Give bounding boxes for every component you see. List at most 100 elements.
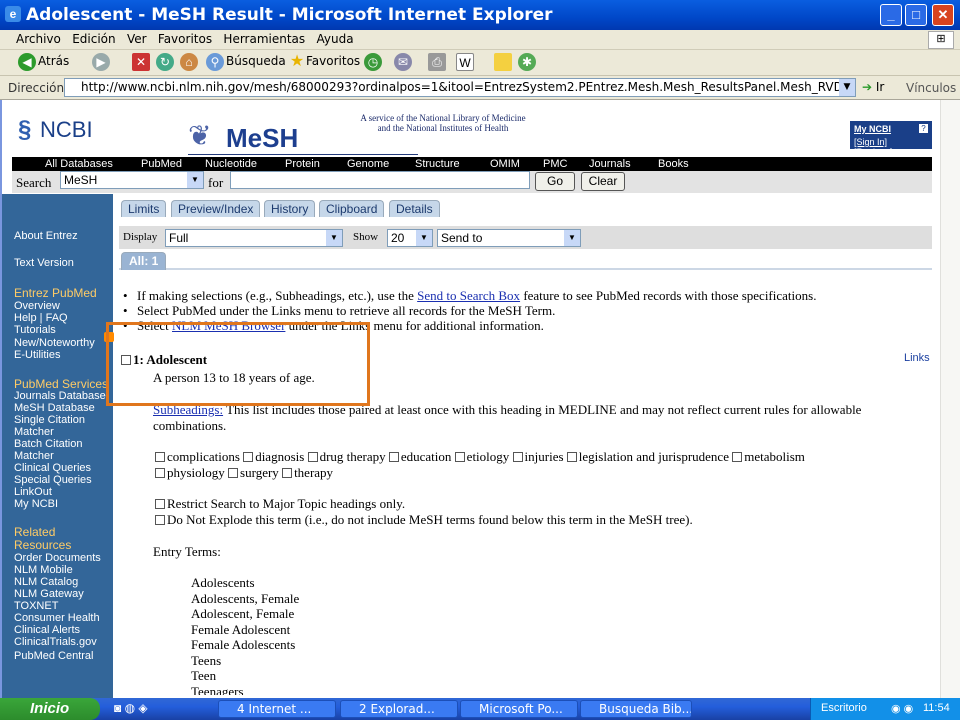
record-checkbox[interactable] [121,355,131,365]
sidebar-link[interactable]: New/Noteworthy [14,337,95,349]
sidebar-link[interactable]: Special Queries [14,474,92,486]
tab-details[interactable]: Details [389,200,440,217]
stop-icon[interactable]: ✕ [132,53,150,71]
send-to-search-box-link[interactable]: Send to Search Box [417,288,520,303]
mail-icon[interactable]: ✉ [394,53,412,71]
sidebar-link[interactable]: LinkOut [14,486,52,498]
database-select[interactable]: MeSH ▼ [60,171,204,189]
sidebar-link[interactable]: NLM Catalog [14,576,78,588]
history-icon[interactable]: ◷ [364,53,382,71]
sidebar-link[interactable]: ClinicalTrials.gov [14,636,97,648]
tab-preview-index[interactable]: Preview/Index [171,200,261,217]
menu-ver[interactable]: Ver [123,30,151,46]
escritorio-toolbar[interactable]: Escritorio [821,702,867,714]
nav-pubmed[interactable]: PubMed [141,158,182,170]
my-ncbi-title[interactable]: My NCBI [854,124,891,134]
links-toolbar[interactable]: Vínculos [906,81,956,95]
task-explorer[interactable]: 2 Explorad... [340,700,458,718]
sidebar-link[interactable]: MeSH Database [14,402,95,414]
back-icon[interactable]: ◀ [18,53,36,71]
menu-favoritos[interactable]: Favoritos [154,30,216,46]
sidebar-link[interactable]: Clinical Queries [14,462,91,474]
sidebar-link[interactable]: About Entrez [14,230,78,242]
subheading-checkbox[interactable] [566,452,577,462]
nav-journals[interactable]: Journals [589,158,631,170]
links-menu[interactable]: Links [904,352,930,364]
scrollbar[interactable] [940,100,960,698]
sidebar-link[interactable]: NLM Mobile [14,564,73,576]
register-link[interactable]: [Register] [854,147,893,157]
nav-pmc[interactable]: PMC [543,158,567,170]
sidebar-link[interactable]: My NCBI [14,498,58,510]
start-button[interactable]: Inicio [0,698,100,720]
tray-icons[interactable]: ◉ ◉ [891,702,913,715]
subheading-checkbox[interactable] [155,468,165,478]
help-icon[interactable]: ? [919,124,928,133]
tab-clipboard[interactable]: Clipboard [319,200,385,217]
menu-herramientas[interactable]: Herramientas [219,30,309,46]
search-button[interactable]: Búsqueda [226,54,286,68]
refresh-icon[interactable]: ↻ [156,53,174,71]
maximize-button[interactable]: □ [905,4,927,26]
sidebar-link[interactable]: PubMed Central [14,650,94,662]
subheading-checkbox[interactable] [388,452,399,462]
task-internet[interactable]: 4 Internet ... [218,700,336,718]
address-dropdown-icon[interactable]: ▼ [839,79,855,96]
subheading-checkbox[interactable] [512,452,523,462]
sidebar-link[interactable]: Text Version [14,257,74,269]
favorites-button[interactable]: Favoritos [306,54,360,68]
sidebar-link[interactable]: TOXNET [14,600,58,612]
nav-genome[interactable]: Genome [347,158,389,170]
no-explode-checkbox[interactable] [155,515,165,525]
menu-ayuda[interactable]: Ayuda [313,30,358,46]
subheading-checkbox[interactable] [282,468,293,478]
subheading-checkbox[interactable] [307,452,318,462]
notes-icon[interactable] [494,53,512,71]
back-button[interactable]: Atrás [38,54,69,68]
sign-in-link[interactable]: [Sign In] [854,137,887,147]
subheading-checkbox[interactable] [732,452,743,462]
nav-protein[interactable]: Protein [285,158,320,170]
rss-icon[interactable] [104,332,114,342]
sidebar-link[interactable]: Matcher [14,426,54,438]
forward-icon[interactable]: ▶ [92,53,110,71]
print-icon[interactable]: ⎙ [428,53,446,71]
go-search-button[interactable]: Go [535,172,575,191]
sidebar-link[interactable]: Single Citation [14,414,85,426]
sidebar-link[interactable]: Clinical Alerts [14,624,80,636]
tab-history[interactable]: History [264,200,316,217]
menu-edicion[interactable]: Edición [68,30,119,46]
sidebar-link[interactable]: NLM Gateway [14,588,84,600]
show-select[interactable]: 20 ▼ [387,229,433,247]
word-icon[interactable]: W [456,53,474,71]
menu-archivo[interactable]: Archivo [12,30,65,46]
sidebar-link[interactable]: E-Utilities [14,349,60,361]
favorites-star-icon[interactable]: ★ [288,53,306,71]
send-to-select[interactable]: Send to ▼ [437,229,581,247]
task-busqueda[interactable]: Busqueda Bib... [580,700,692,718]
sidebar-link[interactable]: Consumer Health [14,612,100,624]
quicklaunch-icons[interactable]: ◙ ◍ ◈ [114,701,148,715]
nav-omim[interactable]: OMIM [490,158,520,170]
search-icon[interactable]: ⚲ [206,53,224,71]
go-button[interactable]: ➔ Ir [862,80,884,94]
tab-limits[interactable]: Limits [121,200,167,217]
display-select[interactable]: Full ▼ [165,229,343,247]
subheading-checkbox[interactable] [243,452,254,462]
sidebar-link[interactable]: Overview [14,300,60,312]
subheading-checkbox[interactable] [155,452,165,462]
minimize-button[interactable]: _ [880,4,902,26]
nav-all-databases[interactable]: All Databases [45,158,113,170]
subheading-checkbox[interactable] [228,468,239,478]
home-icon[interactable]: ⌂ [180,53,198,71]
subheading-checkbox[interactable] [454,452,465,462]
sidebar-link[interactable]: Order Documents [14,552,101,564]
sidebar-link[interactable]: Journals Database [14,390,106,402]
tab-all[interactable]: All: 1 [121,252,167,270]
close-button[interactable]: ✕ [932,4,954,26]
subheadings-link[interactable]: Subheadings: [153,402,223,417]
sidebar-link[interactable]: Matcher [14,450,54,462]
sidebar-link[interactable]: Help | FAQ [14,312,68,324]
messenger-icon[interactable]: ✱ [518,53,536,71]
nlm-mesh-browser-link[interactable]: NLM MeSH Browser [172,318,285,333]
